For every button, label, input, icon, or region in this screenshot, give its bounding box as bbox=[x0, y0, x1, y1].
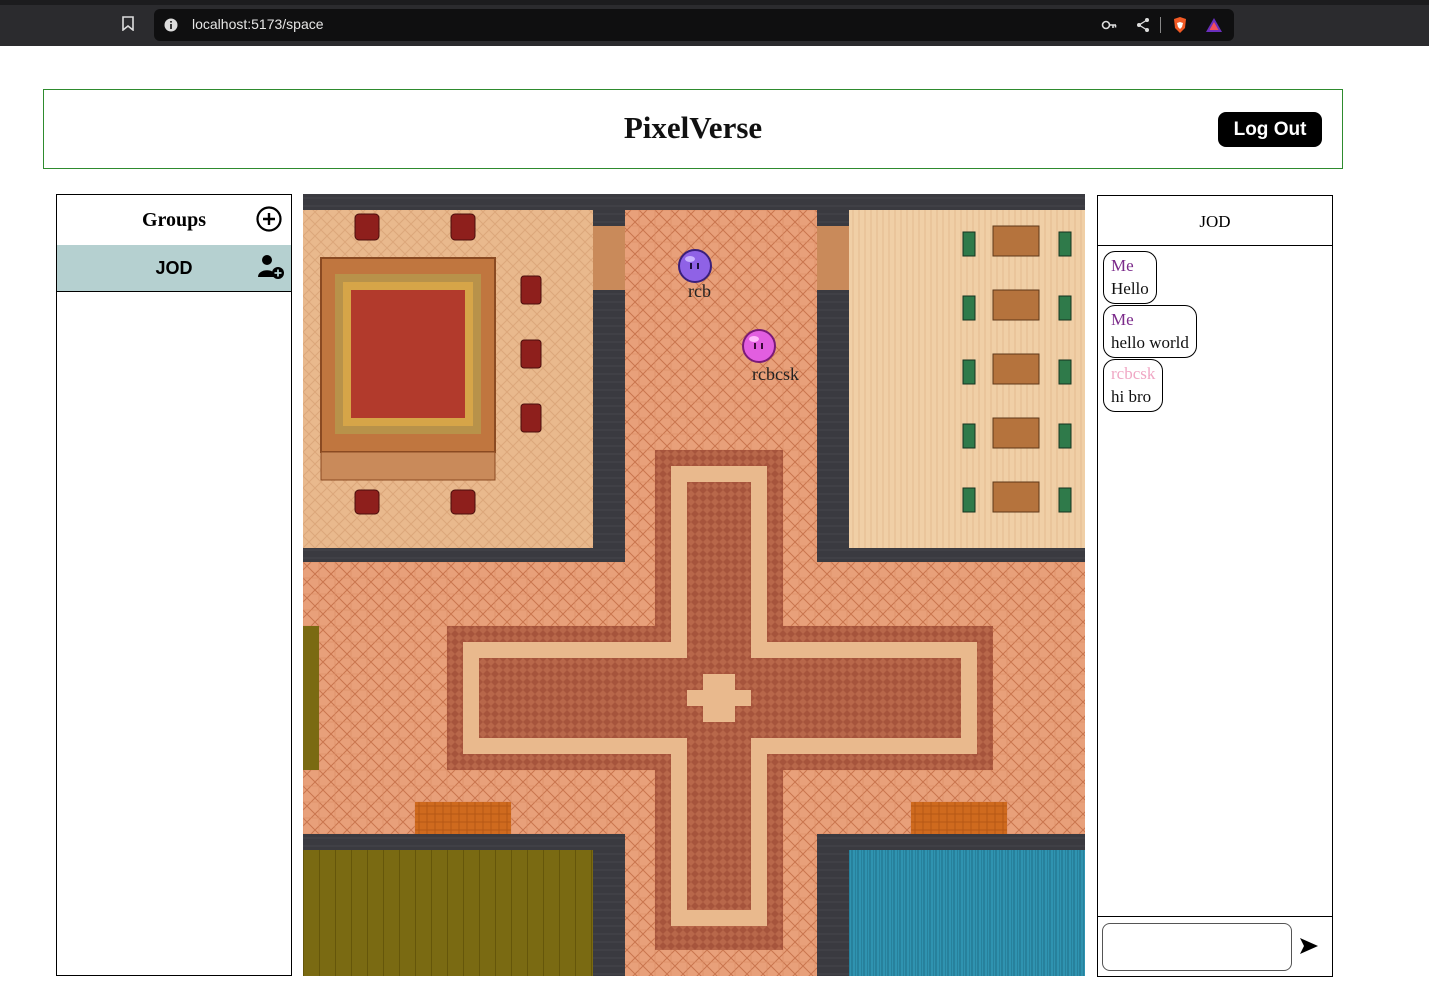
player-avatar-rcb[interactable] bbox=[677, 248, 713, 284]
message-author: Me bbox=[1111, 256, 1134, 275]
groups-panel: Groups JOD bbox=[56, 194, 292, 976]
app-header: PixelVerse Log Out bbox=[43, 89, 1343, 169]
add-user-icon[interactable] bbox=[257, 253, 285, 281]
url-text[interactable]: localhost:5173/space bbox=[192, 16, 324, 32]
message-text: Hello bbox=[1111, 279, 1149, 298]
message-author: rcbcsk bbox=[1111, 364, 1156, 383]
separator bbox=[1160, 17, 1161, 33]
browser-toolbar: localhost:5173/space bbox=[0, 0, 1429, 46]
groups-header: Groups bbox=[57, 195, 291, 246]
chat-message: rcbcsk hi bro bbox=[1103, 359, 1164, 412]
message-author: Me bbox=[1111, 310, 1134, 329]
key-icon[interactable] bbox=[1101, 17, 1117, 33]
chat-message: Me Hello bbox=[1103, 251, 1157, 304]
group-name: JOD bbox=[155, 258, 193, 278]
site-info-icon[interactable] bbox=[164, 18, 178, 32]
address-bar[interactable]: localhost:5173/space bbox=[154, 9, 1234, 41]
chat-title: JOD bbox=[1199, 212, 1231, 231]
player-avatar-rcbcsk[interactable] bbox=[741, 328, 777, 364]
message-input[interactable] bbox=[1102, 923, 1292, 971]
group-item-jod[interactable]: JOD bbox=[57, 245, 291, 292]
game-map[interactable]: rcb rcbcsk bbox=[303, 194, 1085, 976]
player-name-rcb: rcb bbox=[688, 281, 711, 301]
message-text: hello world bbox=[1111, 333, 1189, 352]
app-title: PixelVerse bbox=[623, 110, 763, 145]
brave-shield-icon[interactable] bbox=[1171, 16, 1189, 34]
bookmark-icon[interactable] bbox=[122, 16, 134, 31]
chat-composer bbox=[1098, 916, 1332, 977]
send-icon[interactable] bbox=[1299, 937, 1319, 955]
share-icon[interactable] bbox=[1135, 17, 1151, 33]
browser-tab-strip bbox=[0, 0, 1429, 5]
brave-rewards-icon[interactable] bbox=[1205, 16, 1223, 34]
message-text: hi bro bbox=[1111, 387, 1152, 406]
add-group-icon[interactable] bbox=[256, 206, 282, 232]
chat-panel: JOD Me Hello Me hello world rcbcsk hi br… bbox=[1097, 195, 1333, 977]
map-canvas[interactable] bbox=[303, 194, 1085, 976]
chat-header: JOD bbox=[1098, 196, 1332, 246]
logout-button[interactable]: Log Out bbox=[1218, 112, 1322, 147]
chat-message: Me hello world bbox=[1103, 305, 1197, 358]
player-name-rcbcsk: rcbcsk bbox=[752, 364, 799, 384]
